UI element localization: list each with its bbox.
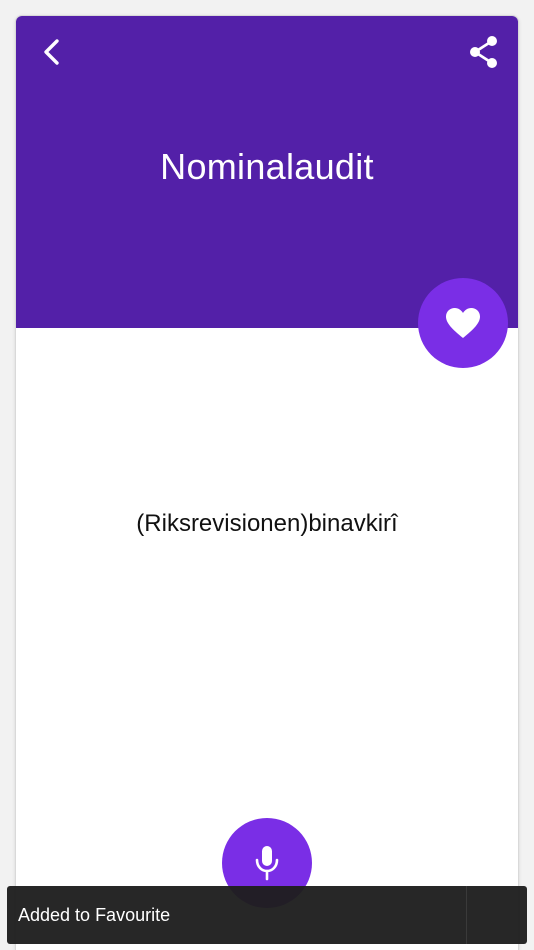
translation-text: (Riksrevisionen)binavkirî — [136, 510, 398, 537]
word-card: Nominalaudit (Riksrevisionen)binavkirî — [16, 16, 518, 950]
back-button[interactable] — [34, 34, 70, 70]
favourite-button[interactable] — [418, 278, 508, 368]
share-button[interactable] — [464, 32, 504, 72]
microphone-icon — [255, 846, 279, 881]
snackbar: Added to Favourite — [7, 886, 527, 944]
card-header: Nominalaudit — [16, 16, 518, 328]
chevron-left-icon — [44, 39, 59, 65]
snackbar-message: Added to Favourite — [18, 904, 171, 925]
share-icon — [470, 36, 497, 68]
snackbar-action[interactable] — [466, 886, 527, 944]
word-title: Nominalaudit — [160, 146, 374, 187]
heart-icon — [446, 308, 480, 338]
